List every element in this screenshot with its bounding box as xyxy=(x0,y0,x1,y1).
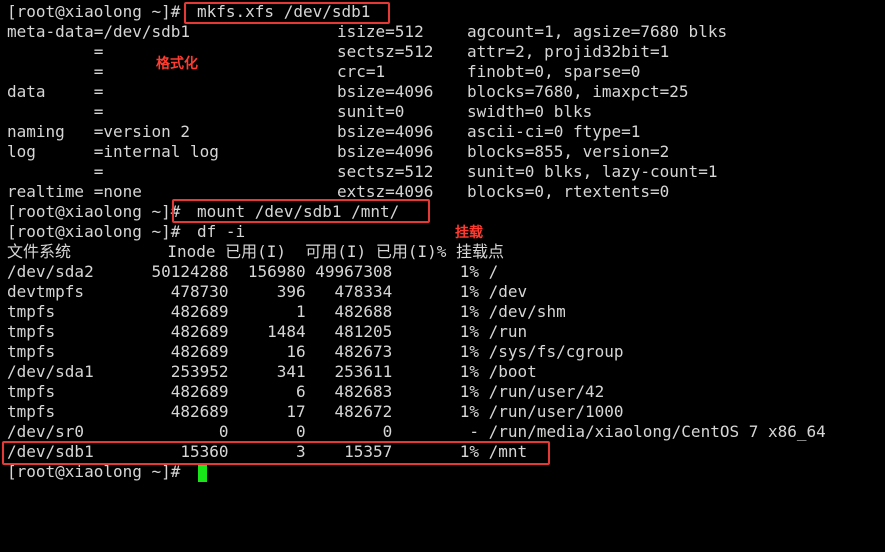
highlight-box-mkfs xyxy=(184,2,390,24)
annotation-format: 格式化 xyxy=(156,56,198,72)
annotation-mount: 挂载 xyxy=(455,225,483,241)
highlight-box-mount xyxy=(172,199,430,223)
df-row: tmpfs 482689 17 482672 1% /run/user/1000 xyxy=(7,402,624,421)
text-cursor xyxy=(198,464,207,482)
command-line-df: [root@xiaolong ~]# df -i xyxy=(0,222,245,242)
mkfs-output-line: meta-data=/dev/sdb1 isize=512 agcount=1,… xyxy=(7,22,728,41)
mkfs-output-line: data = bsize=4096 blocks=7680, imaxpct=2… xyxy=(7,82,689,101)
mkfs-output-line: realtime =none extsz=4096 blocks=0, rtex… xyxy=(7,182,670,201)
highlight-box-sdb1-row xyxy=(2,441,550,465)
df-row: /dev/sda1 253952 341 253611 1% /boot xyxy=(7,362,537,381)
command-line-current[interactable]: [root@xiaolong ~]# xyxy=(0,462,180,482)
mkfs-output-line: = crc=1 finobt=0, sparse=0 xyxy=(7,62,641,81)
terminal-window[interactable]: [root@xiaolong ~]# mkfs.xfs /dev/sdb1 me… xyxy=(0,0,885,552)
df-row: tmpfs 482689 1 482688 1% /dev/shm xyxy=(7,302,566,321)
command-df: df -i xyxy=(197,222,246,241)
prompt: [root@xiaolong ~]# xyxy=(7,202,191,221)
df-row: /dev/sda2 50124288 156980 49967308 1% / xyxy=(7,262,499,281)
prompt: [root@xiaolong ~]# xyxy=(7,2,191,21)
mkfs-output-line: = sectsz=512 attr=2, projid32bit=1 xyxy=(7,42,670,61)
command-line-mount: [root@xiaolong ~]# mount /dev/sdb1 /mnt/ xyxy=(0,202,399,222)
df-row: /dev/sr0 0 0 0 - /run/media/xiaolong/Cen… xyxy=(7,422,826,441)
df-row: tmpfs 482689 6 482683 1% /run/user/42 xyxy=(7,382,605,401)
prompt: [root@xiaolong ~]# xyxy=(7,462,191,481)
mkfs-output-line: = sunit=0 swidth=0 blks xyxy=(7,102,593,121)
df-row: devtmpfs 478730 396 478334 1% /dev xyxy=(7,282,528,301)
df-header: 文件系统 Inode 已用(I) 可用(I) 已用(I)% 挂载点 xyxy=(7,242,504,261)
prompt: [root@xiaolong ~]# xyxy=(7,222,191,241)
command-line-mkfs: [root@xiaolong ~]# mkfs.xfs /dev/sdb1 xyxy=(0,2,370,22)
mkfs-output-line: = sectsz=512 sunit=0 blks, lazy-count=1 xyxy=(7,162,718,181)
mkfs-output-line: naming =version 2 bsize=4096 ascii-ci=0 … xyxy=(7,122,641,141)
df-row: tmpfs 482689 1484 481205 1% /run xyxy=(7,322,528,341)
mkfs-output-line: log =internal log bsize=4096 blocks=855,… xyxy=(7,142,670,161)
df-row: tmpfs 482689 16 482673 1% /sys/fs/cgroup xyxy=(7,342,624,361)
